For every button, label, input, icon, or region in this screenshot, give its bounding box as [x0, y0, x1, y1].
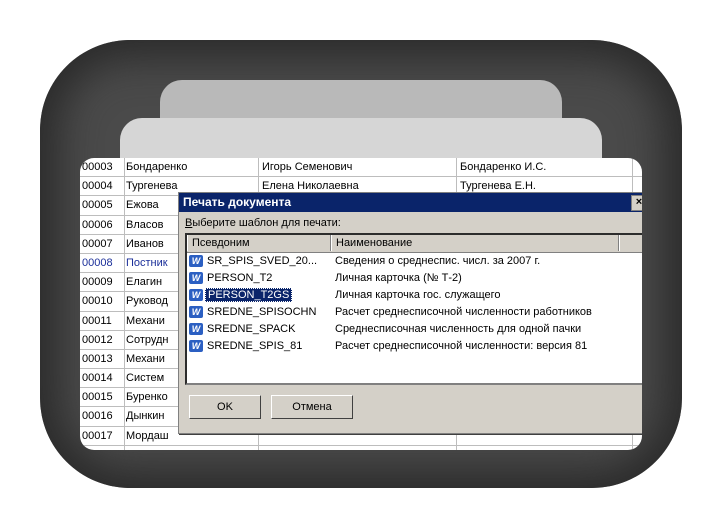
app-screen: 00003 Бондаренко Игорь Семенович Бондаренко…: [80, 158, 642, 450]
template-alias: W SREDNE_SPIS_81: [189, 338, 329, 355]
table-cell-id: 00005: [82, 199, 113, 212]
table-cell-name: Игорь Семенович: [262, 161, 353, 173]
table-cell-id: 00009: [82, 276, 113, 289]
template-alias: W PERSON_T2GS: [189, 287, 329, 304]
table-cell-id: 00018: [82, 446, 122, 450]
template-name: Среднесписочная численность для одной па…: [335, 323, 582, 335]
print-document-dialog: Печать документа × Выберите шаблон для п…: [178, 192, 642, 434]
dialog-titlebar[interactable]: Печать документа ×: [179, 193, 642, 212]
template-name: Сведения о среднеспис. числ. за 2007 г.: [335, 255, 541, 267]
table-cell-short: Исаева Д.: [460, 446, 630, 450]
template-alias: W SREDNE_SPACK: [189, 321, 329, 338]
word-template-icon: W: [189, 340, 203, 353]
template-list-body: W SR_SPIS_SVED_20... Сведения о среднеспис…: [187, 253, 642, 355]
table-cell-id: 00012: [82, 333, 113, 346]
prompt-text: ыберите шаблон для печати:: [192, 217, 341, 229]
column-header-name[interactable]: Наименование: [331, 235, 619, 251]
table-cell-id: 00014: [82, 372, 113, 385]
dialog-title: Печать документа: [183, 195, 292, 209]
list-item[interactable]: W SR_SPIS_SVED_20... Сведения о среднеспис…: [187, 253, 642, 270]
template-alias-text: PERSON_T2GS: [205, 288, 293, 302]
table-cell-id: 00004: [82, 180, 113, 193]
table-cell-id: 00007: [82, 237, 113, 250]
close-icon[interactable]: ×: [631, 195, 642, 211]
template-name: Личная карточка гос. служащего: [335, 289, 501, 301]
table-cell-id: 00011: [82, 314, 112, 327]
table-cell-id: 00013: [82, 352, 113, 365]
template-alias-text: PERSON_T2: [207, 272, 273, 284]
table-cell-surname: Исаева: [126, 446, 256, 450]
template-prompt: Выберите шаблон для печати:: [185, 217, 341, 229]
list-item[interactable]: W SREDNE_SPISOCHN Расчет среднесписочной ч…: [187, 304, 642, 321]
ok-button[interactable]: OK: [189, 395, 261, 419]
table-row[interactable]: 00018 Исаева Диана Николаевна Исаева Д.: [80, 446, 642, 450]
template-alias: W PERSON_T2: [189, 270, 329, 287]
template-alias: W SR_SPIS_SVED_20...: [189, 253, 329, 270]
template-alias-text: SR_SPIS_SVED_20...: [207, 255, 318, 267]
template-alias: W SREDNE_SPISOCHN: [189, 304, 329, 321]
column-header-spare[interactable]: [619, 235, 642, 251]
table-cell-short: Бондаренко И.С.: [460, 161, 547, 173]
table-cell-id: 00017: [82, 429, 113, 442]
word-template-icon: W: [189, 272, 203, 285]
table-cell-id: 00016: [82, 410, 113, 423]
table-cell-id: 00006: [82, 218, 113, 231]
table-cell-surname: Бондаренко: [126, 161, 188, 173]
cancel-button[interactable]: Отмена: [271, 395, 353, 419]
template-name: Расчет среднесписочной численности: верс…: [335, 340, 588, 352]
list-item[interactable]: W SREDNE_SPIS_81 Расчет среднесписочной чи…: [187, 338, 642, 355]
list-item[interactable]: W SREDNE_SPACK Среднесписочная численность…: [187, 321, 642, 338]
column-header-alias[interactable]: Псевдоним: [187, 235, 331, 251]
word-template-icon: W: [189, 255, 203, 268]
template-alias-text: SREDNE_SPACK: [207, 323, 296, 335]
template-alias-text: SREDNE_SPIS_81: [207, 340, 303, 352]
word-template-icon: W: [189, 289, 203, 302]
table-cell-id: 00008: [82, 256, 113, 269]
list-item[interactable]: W PERSON_T2 Личная карточка (№ Т-2): [187, 270, 642, 287]
table-cell-id: 00015: [82, 391, 113, 404]
table-cell-name: Диана Николаевна: [262, 446, 452, 450]
template-list[interactable]: Псевдоним Наименование W SR_SPIS_SVED_20.…: [185, 233, 642, 385]
list-item[interactable]: W PERSON_T2GS Личная карточка гос. служаще…: [187, 287, 642, 304]
template-alias-text: SREDNE_SPISOCHN: [207, 306, 317, 318]
word-template-icon: W: [189, 306, 203, 319]
template-list-header: Псевдоним Наименование: [187, 235, 642, 253]
word-template-icon: W: [189, 323, 203, 336]
table-row[interactable]: 00003 Бондаренко Игорь Семенович Бондаренко…: [80, 158, 642, 178]
table-cell-id: 00010: [82, 295, 113, 308]
template-name: Расчет среднесписочной численности работ…: [335, 306, 592, 318]
table-cell-id: 00003: [82, 161, 113, 173]
template-name: Личная карточка (№ Т-2): [335, 272, 462, 284]
